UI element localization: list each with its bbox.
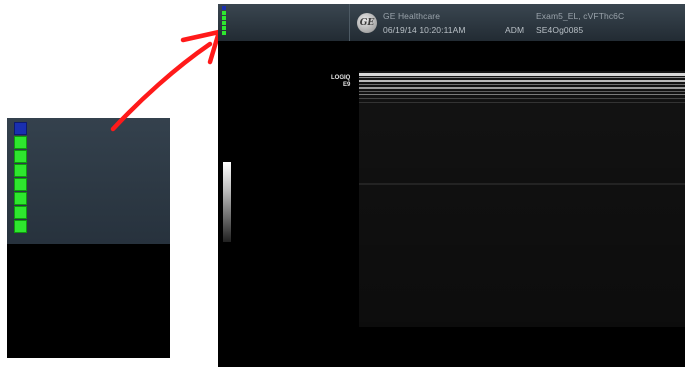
inset-header-band bbox=[7, 118, 170, 244]
green-status-led bbox=[222, 11, 226, 15]
grayscale-bar bbox=[223, 162, 231, 242]
device-label-line1: LOGIQ bbox=[331, 75, 351, 81]
green-status-led bbox=[222, 16, 226, 20]
ultrasound-image-area bbox=[359, 71, 685, 327]
zoomed-inset bbox=[7, 118, 170, 358]
ge-logo-icon: GE bbox=[357, 13, 377, 33]
green-status-led bbox=[14, 192, 27, 205]
ultrasound-screen: GE GE Healthcare 06/19/14 10:20:11AM ADM… bbox=[218, 4, 685, 367]
green-status-led bbox=[14, 136, 27, 149]
datetime-label: 06/19/14 10:20:11AM bbox=[383, 25, 466, 35]
green-status-led bbox=[14, 164, 27, 177]
blue-status-led bbox=[222, 6, 226, 10]
reverberation-lines bbox=[359, 73, 685, 105]
inset-led-column bbox=[14, 122, 30, 234]
green-status-led bbox=[222, 21, 226, 25]
device-label-line2: E9 bbox=[343, 82, 351, 88]
operator-label: ADM bbox=[505, 25, 525, 35]
company-label: GE Healthcare bbox=[383, 11, 441, 21]
screen-header: GE GE Healthcare 06/19/14 10:20:11AM ADM… bbox=[218, 4, 685, 41]
green-status-led bbox=[14, 150, 27, 163]
green-status-led bbox=[222, 31, 226, 35]
green-status-led bbox=[14, 220, 27, 233]
green-status-led bbox=[14, 178, 27, 191]
exam-label: Exam5_EL, cVFThc6C bbox=[536, 11, 625, 21]
blue-status-led bbox=[14, 122, 27, 135]
header-divider bbox=[349, 4, 350, 41]
green-status-led bbox=[222, 26, 226, 30]
header-led-column bbox=[222, 6, 227, 36]
device-label: LOGIQ E9 bbox=[331, 75, 350, 89]
image-band bbox=[359, 183, 685, 185]
green-status-led bbox=[14, 206, 27, 219]
serial-label: SE4Og0085 bbox=[536, 25, 584, 35]
